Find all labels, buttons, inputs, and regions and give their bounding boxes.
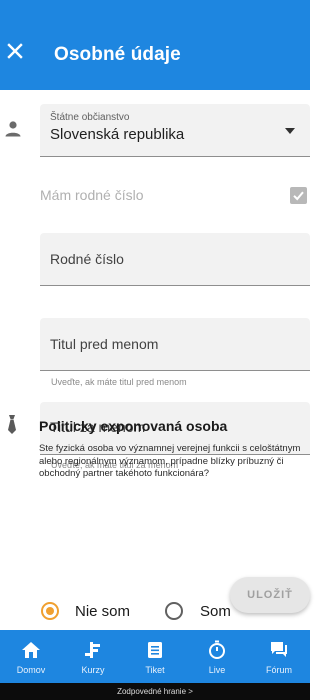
app-bar: Osobné údaje — [0, 18, 310, 90]
page-title: Osobné údaje — [54, 44, 181, 65]
title-before-placeholder: Titul pred menom — [50, 336, 159, 352]
close-button[interactable] — [2, 38, 28, 64]
title-before-field[interactable]: Titul pred menom — [40, 318, 310, 371]
pep-option-nie-som-label[interactable]: Nie som — [75, 603, 130, 620]
citizenship-select[interactable]: Štátne občianstvo Slovenská republika — [40, 104, 310, 157]
stopwatch-icon — [209, 640, 225, 659]
form-content: Štátne občianstvo Slovenská republika Má… — [0, 90, 310, 630]
citizenship-value: Slovenská republika — [50, 126, 185, 143]
birth-number-placeholder: Rodné číslo — [50, 251, 124, 267]
close-icon — [7, 43, 23, 59]
nav-label-kurzy: Kurzy — [81, 665, 105, 675]
citizenship-label: Štátne občianstvo — [50, 112, 130, 123]
pep-title: Politicky exponovaná osoba — [39, 418, 228, 434]
has-birth-number-label: Mám rodné číslo — [40, 187, 144, 203]
nav-label-live: Live — [208, 665, 226, 675]
person-icon — [5, 121, 21, 137]
nav-label-forum: Fórum — [265, 665, 292, 675]
nav-item-kurzy[interactable]: Kurzy — [62, 630, 124, 683]
birth-number-field[interactable]: Rodné číslo — [40, 233, 310, 286]
forum-icon — [271, 642, 287, 657]
nav-label-domov: Domov — [16, 665, 46, 675]
nav-item-forum[interactable]: Fórum — [248, 630, 310, 683]
tie-icon — [8, 415, 16, 434]
check-icon — [293, 191, 304, 201]
responsible-gaming-link[interactable]: Zodpovedné hranie > — [117, 687, 193, 696]
pep-option-som-radio[interactable] — [165, 602, 183, 620]
nav-item-domov[interactable]: Domov — [0, 630, 62, 683]
pep-option-nie-som-radio[interactable] — [41, 602, 59, 620]
nav-label-tiket: Tiket — [145, 665, 165, 675]
nav-item-tiket[interactable]: Tiket — [124, 630, 186, 683]
home-icon — [22, 642, 40, 658]
dropdown-arrow-icon — [285, 128, 295, 134]
responsible-gaming-bar[interactable]: Zodpovedné hranie > — [0, 683, 310, 700]
save-button[interactable]: ULOŽIŤ — [230, 577, 310, 613]
pep-option-som-label[interactable]: Som — [200, 603, 231, 620]
bottom-nav: Domov Kurzy Tiket Live Fórum — [0, 630, 310, 683]
ticket-icon — [148, 642, 162, 658]
has-birth-number-checkbox[interactable] — [290, 187, 307, 204]
odds-icon — [85, 642, 100, 658]
pep-description: Ste fyzická osoba vo významnej verejnej … — [39, 443, 301, 479]
status-bar — [0, 0, 310, 18]
title-before-helper: Uveďte, ak máte titul pred menom — [51, 377, 187, 387]
nav-item-live[interactable]: Live — [186, 630, 248, 683]
